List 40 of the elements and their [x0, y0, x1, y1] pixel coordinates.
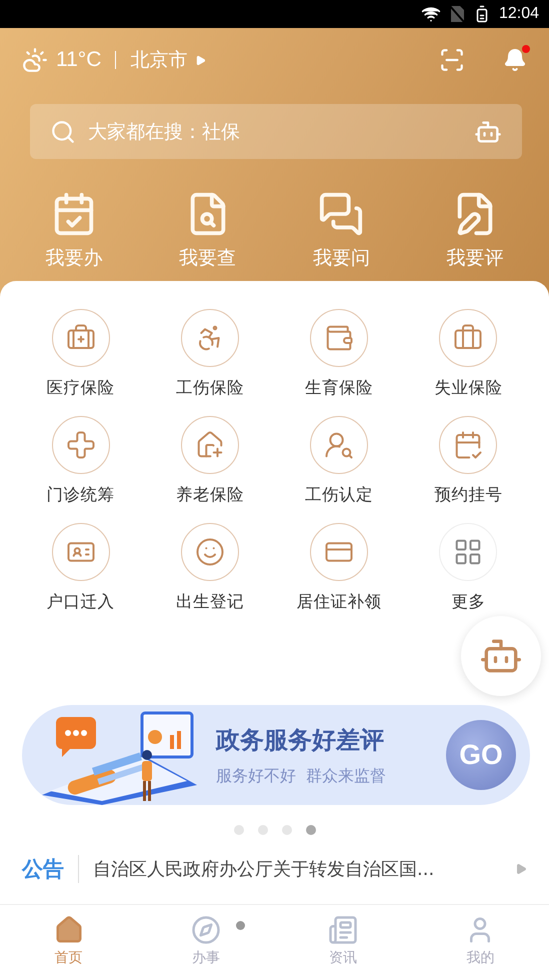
banner-title: 政务服务好差评: [216, 724, 385, 756]
service-item[interactable]: 居住证补领: [274, 523, 404, 613]
service-item[interactable]: 门诊统筹: [16, 416, 146, 506]
service-item[interactable]: 更多: [404, 523, 533, 613]
service-item[interactable]: 失业保险: [404, 309, 533, 399]
banner-subtitle: 服务好不好 群众来监督: [216, 766, 388, 786]
status-time: 12:04: [498, 5, 539, 23]
carousel-dot[interactable]: [234, 825, 244, 835]
weather-icon: [22, 47, 48, 73]
cross-icon: [66, 430, 96, 460]
no-signal-icon: [448, 5, 465, 23]
temperature: 11°C: [56, 48, 102, 72]
calendar-check-icon: [453, 430, 484, 460]
bell-icon[interactable]: [503, 48, 527, 72]
banner[interactable]: 政务服务好差评 服务好不好 群众来监督 GO: [22, 705, 530, 805]
service-item[interactable]: 出生登记: [145, 523, 274, 613]
caret-icon[interactable]: [515, 863, 527, 875]
chat-bubbles-icon: [318, 191, 364, 237]
wallet-icon: [324, 323, 354, 353]
caret-icon: [195, 54, 206, 66]
notice-text[interactable]: 自治区人民政府办公厅关于转发自治区国...: [93, 857, 501, 881]
smiling-face-icon: [194, 537, 225, 567]
service-item[interactable]: 工伤认定: [274, 416, 404, 506]
carousel-dot[interactable]: [306, 825, 316, 835]
carousel-dot[interactable]: [258, 825, 268, 835]
grid-icon: [453, 537, 484, 567]
service-item[interactable]: 预约挂号: [404, 416, 533, 506]
notice-tag: 公告: [22, 855, 64, 883]
compass-icon: [190, 915, 221, 945]
newspaper-icon: [328, 915, 358, 945]
home-icon: [54, 915, 84, 945]
search-icon: [50, 118, 76, 144]
service-item[interactable]: 户口迁入: [16, 523, 146, 613]
service-item[interactable]: 工伤保险: [145, 309, 274, 399]
service-item[interactable]: 生育保险: [274, 309, 404, 399]
service-item[interactable]: 养老保险: [145, 416, 274, 506]
service-item[interactable]: 医疗保险: [16, 309, 146, 399]
person-search-icon: [324, 430, 354, 460]
carousel-dot[interactable]: [282, 825, 292, 835]
scan-icon[interactable]: [439, 47, 465, 73]
